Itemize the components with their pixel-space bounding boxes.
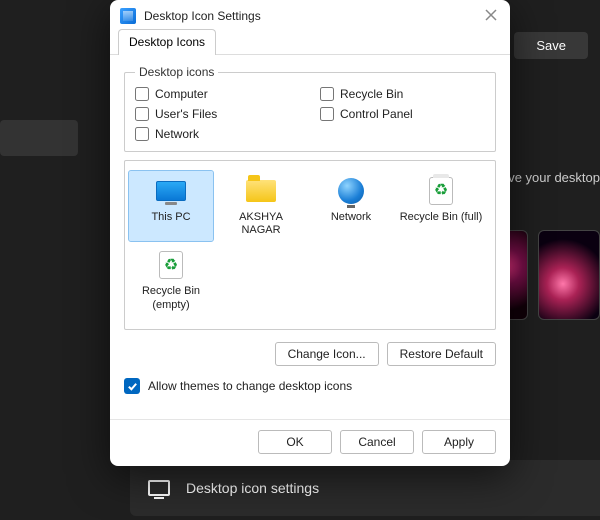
network-globe-icon <box>333 175 369 207</box>
icon-item-label: Recycle Bin (full) <box>400 211 483 224</box>
recycle-bin-full-icon <box>423 175 459 207</box>
ok-button[interactable]: OK <box>258 430 332 454</box>
icon-item-label: This PC <box>151 211 190 224</box>
folder-icon <box>243 175 279 207</box>
recycle-bin-empty-icon <box>153 249 189 281</box>
icon-item-user-folder[interactable]: AKSHYA NAGAR <box>219 171 303 241</box>
checkbox-network-input[interactable] <box>135 127 149 141</box>
desktop-icon-settings-dialog: Desktop Icon Settings Desktop Icons Desk… <box>110 0 510 466</box>
save-button[interactable]: Save <box>514 32 588 59</box>
close-icon[interactable] <box>484 8 500 24</box>
bg-description-text: give your desktop <box>498 170 600 185</box>
checkbox-computer[interactable]: Computer <box>135 87 300 101</box>
checkbox-control-panel-label: Control Panel <box>340 107 413 121</box>
change-icon-button[interactable]: Change Icon... <box>275 342 379 366</box>
allow-themes-checkbox[interactable]: Allow themes to change desktop icons <box>124 378 496 394</box>
checkbox-recycle-bin[interactable]: Recycle Bin <box>320 87 485 101</box>
dialog-app-icon <box>120 8 136 24</box>
checkbox-recycle-bin-input[interactable] <box>320 87 334 101</box>
icon-item-network[interactable]: Network <box>309 171 393 241</box>
icon-item-label: AKSHYA NAGAR <box>219 211 303 237</box>
icon-preview-panel: This PC AKSHYA NAGAR Network Recycle Bin… <box>124 160 496 330</box>
desktop-icon-settings-row[interactable]: Desktop icon settings <box>130 460 600 516</box>
group-legend: Desktop icons <box>135 65 218 79</box>
icon-item-recycle-bin-empty[interactable]: Recycle Bin (empty) <box>129 245 213 315</box>
dialog-titlebar: Desktop Icon Settings <box>110 0 510 28</box>
cancel-button[interactable]: Cancel <box>340 430 414 454</box>
checkbox-control-panel-input[interactable] <box>320 107 334 121</box>
allow-themes-label: Allow themes to change desktop icons <box>148 379 352 393</box>
tabstrip: Desktop Icons <box>110 28 510 55</box>
icon-item-recycle-bin-full[interactable]: Recycle Bin (full) <box>399 171 483 241</box>
sidebar-selected-item[interactable] <box>0 120 78 156</box>
dialog-title: Desktop Icon Settings <box>144 9 476 23</box>
desktop-icons-group: Desktop icons Computer Recycle Bin User'… <box>124 65 496 152</box>
this-pc-icon <box>153 175 189 207</box>
checkbox-users-files-input[interactable] <box>135 107 149 121</box>
theme-thumbnail[interactable] <box>538 230 600 320</box>
checkbox-control-panel[interactable]: Control Panel <box>320 107 485 121</box>
icon-item-label: Network <box>331 211 371 224</box>
dialog-body: Desktop icons Computer Recycle Bin User'… <box>110 55 510 419</box>
allow-themes-checkbox-input[interactable] <box>124 378 140 394</box>
monitor-icon <box>148 480 170 496</box>
checkbox-network[interactable]: Network <box>135 127 300 141</box>
desktop-icon-settings-label: Desktop icon settings <box>186 480 319 496</box>
tab-desktop-icons[interactable]: Desktop Icons <box>118 29 216 55</box>
icon-item-label: Recycle Bin (empty) <box>129 285 213 311</box>
checkbox-recycle-bin-label: Recycle Bin <box>340 87 403 101</box>
icon-item-this-pc[interactable]: This PC <box>129 171 213 241</box>
checkbox-network-label: Network <box>155 127 199 141</box>
checkbox-users-files-label: User's Files <box>155 107 217 121</box>
apply-button[interactable]: Apply <box>422 430 496 454</box>
dialog-footer: OK Cancel Apply <box>110 419 510 466</box>
restore-default-button[interactable]: Restore Default <box>387 342 496 366</box>
checkbox-computer-label: Computer <box>155 87 208 101</box>
checkbox-users-files[interactable]: User's Files <box>135 107 300 121</box>
checkbox-computer-input[interactable] <box>135 87 149 101</box>
